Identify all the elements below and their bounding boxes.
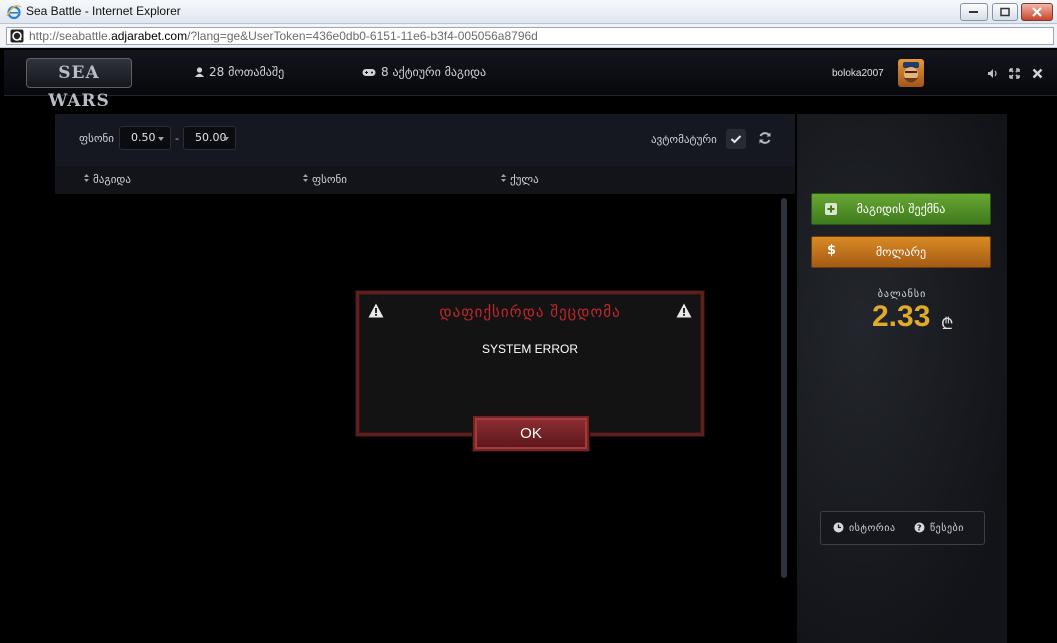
rules-link[interactable]: ? წესები xyxy=(914,522,964,534)
scrollbar[interactable] xyxy=(781,198,787,578)
max-bet-select[interactable]: 50.00 xyxy=(183,126,236,150)
right-sidebar: მაგიდის შექმნა $ მოლარე ბალანსი 2.33 ₾ ი… xyxy=(797,114,1007,643)
cashier-button[interactable]: $ მოლარე xyxy=(811,236,991,268)
sort-icon xyxy=(303,174,308,182)
active-games-count: 8 აქტიური მაგიდა xyxy=(362,65,486,79)
maximize-button[interactable] xyxy=(992,3,1018,21)
close-icon xyxy=(1032,7,1042,17)
address-bar: http://seabattle.adjarabet.com/?lang=ge&… xyxy=(0,24,1057,48)
column-table[interactable]: მაგიდა xyxy=(84,173,131,186)
error-message: SYSTEM ERROR xyxy=(481,342,578,356)
balance-value: 2.33 xyxy=(872,300,931,333)
table-column-header: მაგიდა ფსონი ქულა xyxy=(55,166,795,194)
min-bet-value: 0.50 xyxy=(131,131,156,144)
players-count: 28 მოთამაშე xyxy=(195,65,284,79)
sea-wars-logo: SEA WARS xyxy=(26,58,132,111)
clock-icon xyxy=(833,522,844,533)
create-table-label: მაგიდის შექმნა xyxy=(856,202,946,216)
error-dialog: დაფიქსირდა შეცდომა SYSTEM ERROR xyxy=(356,291,704,436)
refresh-button[interactable] xyxy=(755,128,775,148)
cashier-label: მოლარე xyxy=(875,245,927,259)
minimize-icon xyxy=(969,11,978,13)
ok-button[interactable]: OK xyxy=(473,416,589,451)
auto-label: ავტომატური xyxy=(651,133,717,146)
bet-range-dash: - xyxy=(175,132,179,145)
refresh-icon xyxy=(759,132,771,144)
create-table-button[interactable]: მაგიდის შექმნა xyxy=(811,193,991,225)
close-game-icon[interactable] xyxy=(1032,68,1043,79)
window-title: Sea Battle - Internet Explorer xyxy=(26,4,181,18)
min-bet-select[interactable]: 0.50 xyxy=(119,126,171,150)
gamepad-icon xyxy=(362,69,376,76)
bet-filter-label: ფსონი xyxy=(79,132,114,145)
user-icon xyxy=(195,67,204,77)
browser-titlebar: Sea Battle - Internet Explorer xyxy=(0,0,1057,24)
column-score[interactable]: ქულა xyxy=(501,173,539,186)
chevron-down-icon xyxy=(223,137,229,141)
game-header: SEA WARS 28 მოთამაშე 8 აქტიური მაგიდა bo… xyxy=(4,50,1057,111)
filter-bar: ფსონი 0.50 - 50.00 ავტომატური xyxy=(55,114,795,166)
sound-icon[interactable] xyxy=(987,68,998,79)
chevron-down-icon xyxy=(158,137,164,141)
close-window-button[interactable] xyxy=(1021,3,1053,21)
internet-explorer-icon xyxy=(6,4,22,20)
svg-text:?: ? xyxy=(917,524,922,533)
sort-icon xyxy=(84,174,89,182)
page-icon xyxy=(10,29,24,43)
avatar[interactable] xyxy=(898,59,924,87)
column-bet[interactable]: ფსონი xyxy=(303,173,347,186)
minimize-button[interactable] xyxy=(960,3,988,21)
url-field[interactable]: http://seabattle.adjarabet.com/?lang=ge&… xyxy=(6,27,1054,45)
question-icon: ? xyxy=(914,522,925,533)
bottom-links: ისტორია ? წესები xyxy=(820,511,985,545)
maximize-icon xyxy=(1000,7,1010,17)
fullscreen-icon[interactable] xyxy=(1009,68,1020,79)
sort-icon xyxy=(501,174,506,182)
auto-checkbox[interactable] xyxy=(726,129,746,149)
error-title: დაფიქსირდა შეცდომა xyxy=(439,303,621,321)
balance-label: ბალანსი xyxy=(877,289,927,300)
currency-sign: ₾ xyxy=(941,314,954,333)
pirate-avatar-icon xyxy=(903,62,919,83)
check-icon xyxy=(730,135,742,144)
url-text: http://seabattle.adjarabet.com/?lang=ge&… xyxy=(29,29,538,43)
history-link[interactable]: ისტორია xyxy=(833,522,896,534)
username: bolokа2007 xyxy=(832,68,884,79)
warning-icon xyxy=(676,303,692,318)
max-bet-value: 50.00 xyxy=(195,131,227,144)
